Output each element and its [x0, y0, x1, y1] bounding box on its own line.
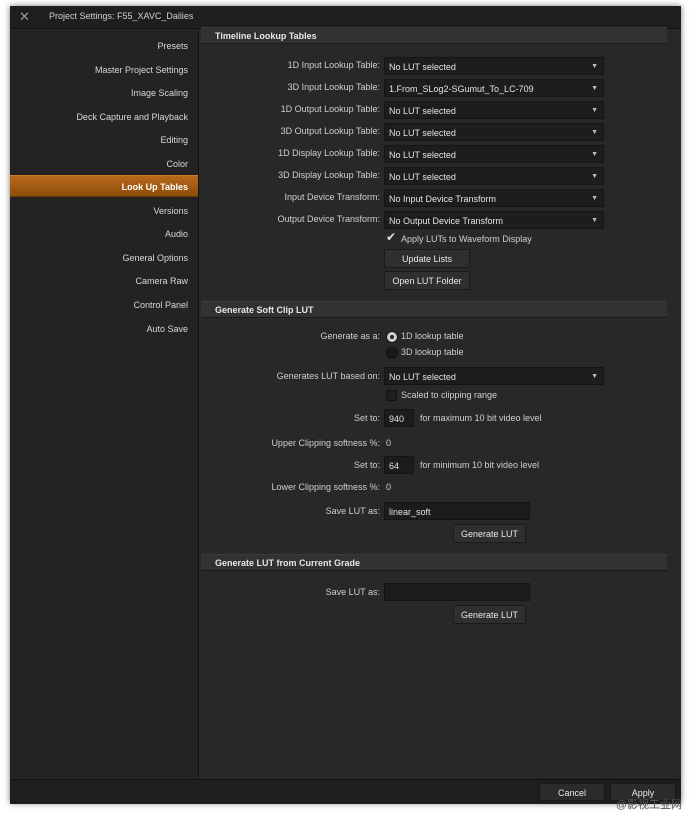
open-lut-folder-button[interactable]: Open LUT Folder: [384, 271, 470, 290]
lut-row-label: 1D Input Lookup Table:: [287, 60, 380, 70]
timeline-luts-header: Timeline Lookup Tables: [201, 27, 667, 44]
close-icon[interactable]: ✕: [19, 9, 30, 25]
sidebar-item-versions[interactable]: Versions: [10, 200, 198, 222]
upper-softness-value[interactable]: 0: [386, 438, 391, 448]
lut-row-label: 1D Display Lookup Table:: [278, 148, 380, 158]
apply-waveform-label: Apply LUTs to Waveform Display: [401, 234, 532, 244]
sidebar-item-control-panel[interactable]: Control Panel: [10, 294, 198, 316]
dropdown-arrow-icon: ▼: [591, 195, 598, 202]
based-on-label: Generates LUT based on:: [276, 371, 380, 381]
sidebar-item-color[interactable]: Color: [10, 153, 198, 175]
dropdown-arrow-icon: ▼: [591, 217, 598, 224]
display-1d-lut-dropdown[interactable]: No LUT selected ▼: [384, 145, 604, 163]
sidebar-item-camera-raw[interactable]: Camera Raw: [10, 270, 198, 292]
radio-3d-label: 3D lookup table: [401, 347, 464, 357]
dropdown-arrow-icon: ▼: [591, 107, 598, 114]
input-3d-lut-dropdown[interactable]: 1.From_SLog2-SGumut_To_LC-709 ▼: [384, 79, 604, 97]
radio-3d-lookup[interactable]: [386, 347, 398, 359]
lower-softness-label: Lower Clipping softness %:: [271, 482, 380, 492]
radio-1d-lookup[interactable]: [386, 331, 398, 343]
dropdown-value: No LUT selected: [389, 172, 456, 182]
sidebar-item-master-project-settings[interactable]: Master Project Settings: [10, 59, 198, 81]
settings-sidebar: Presets Master Project Settings Image Sc…: [10, 29, 199, 779]
dropdown-value: No LUT selected: [389, 372, 456, 382]
dropdown-arrow-icon: ▼: [591, 173, 598, 180]
save-lut-as-input[interactable]: linear_soft: [384, 502, 530, 520]
dropdown-arrow-icon: ▼: [591, 129, 598, 136]
project-settings-window: ✕ Project Settings: F55_XAVC_Dailies Pre…: [10, 6, 681, 804]
dropdown-value: No LUT selected: [389, 128, 456, 138]
input-1d-lut-dropdown[interactable]: No LUT selected ▼: [384, 57, 604, 75]
max-level-note: for maximum 10 bit video level: [420, 413, 542, 423]
min-level-input[interactable]: 64: [384, 456, 414, 474]
radio-1d-label: 1D lookup table: [401, 331, 464, 341]
max-level-input[interactable]: 940: [384, 409, 414, 427]
dropdown-value: No LUT selected: [389, 150, 456, 160]
input-device-transform-dropdown[interactable]: No Input Device Transform ▼: [384, 189, 604, 207]
grade-save-lut-as-label: Save LUT as:: [325, 587, 380, 597]
generate-grade-lut-button[interactable]: Generate LUT: [453, 605, 526, 624]
output-3d-lut-dropdown[interactable]: No LUT selected ▼: [384, 123, 604, 141]
dropdown-value: No Input Device Transform: [389, 194, 497, 204]
set-max-label: Set to:: [353, 413, 380, 423]
lut-row-label: 3D Display Lookup Table:: [278, 170, 380, 180]
dialog-footer: Cancel Apply: [10, 779, 681, 804]
lut-row-label: 1D Output Lookup Table:: [280, 104, 380, 114]
sidebar-item-audio[interactable]: Audio: [10, 223, 198, 245]
dropdown-value: No Output Device Transform: [389, 216, 504, 226]
sidebar-item-presets[interactable]: Presets: [10, 35, 198, 57]
sidebar-item-general-options[interactable]: General Options: [10, 247, 198, 269]
watermark: @影视工业网: [615, 799, 682, 811]
set-min-label: Set to:: [353, 460, 380, 470]
sidebar-item-look-up-tables[interactable]: Look Up Tables: [10, 175, 198, 197]
cancel-button[interactable]: Cancel: [539, 783, 605, 801]
update-lists-button[interactable]: Update Lists: [384, 249, 470, 268]
generate-as-label: Generate as a:: [320, 331, 380, 341]
grade-save-lut-as-input[interactable]: [384, 583, 530, 601]
scaled-to-clipping-checkbox[interactable]: [386, 390, 397, 401]
dropdown-arrow-icon: ▼: [591, 151, 598, 158]
generate-soft-clip-lut-button[interactable]: Generate LUT: [453, 524, 526, 543]
save-lut-as-label: Save LUT as:: [325, 506, 380, 516]
current-grade-header: Generate LUT from Current Grade: [201, 554, 667, 571]
window-title: Project Settings: F55_XAVC_Dailies: [49, 11, 194, 21]
sidebar-item-editing[interactable]: Editing: [10, 129, 198, 151]
dropdown-value: No LUT selected: [389, 106, 456, 116]
lower-softness-value[interactable]: 0: [386, 482, 391, 492]
title-bar: ✕ Project Settings: F55_XAVC_Dailies: [10, 6, 681, 29]
lut-row-label: 3D Output Lookup Table:: [280, 126, 380, 136]
dropdown-arrow-icon: ▼: [591, 85, 598, 92]
based-on-dropdown[interactable]: No LUT selected ▼: [384, 367, 604, 385]
lut-row-label: Output Device Transform:: [277, 214, 380, 224]
lut-row-label: 3D Input Lookup Table:: [287, 82, 380, 92]
dropdown-arrow-icon: ▼: [591, 373, 598, 380]
dropdown-value: No LUT selected: [389, 62, 456, 72]
lut-row-label: Input Device Transform:: [284, 192, 380, 202]
output-device-transform-dropdown[interactable]: No Output Device Transform ▼: [384, 211, 604, 229]
min-level-note: for minimum 10 bit video level: [420, 460, 540, 470]
scaled-to-clipping-label: Scaled to clipping range: [401, 390, 498, 400]
soft-clip-header: Generate Soft Clip LUT: [201, 301, 667, 318]
sidebar-item-image-scaling[interactable]: Image Scaling: [10, 82, 198, 104]
sidebar-item-auto-save[interactable]: Auto Save: [10, 318, 198, 340]
dropdown-arrow-icon: ▼: [591, 63, 598, 70]
dropdown-value: 1.From_SLog2-SGumut_To_LC-709: [389, 84, 534, 94]
upper-softness-label: Upper Clipping softness %:: [271, 438, 380, 448]
display-3d-lut-dropdown[interactable]: No LUT selected ▼: [384, 167, 604, 185]
apply-waveform-checkbox[interactable]: ✔: [386, 230, 396, 244]
sidebar-item-deck-capture[interactable]: Deck Capture and Playback: [10, 106, 198, 128]
output-1d-lut-dropdown[interactable]: No LUT selected ▼: [384, 101, 604, 119]
